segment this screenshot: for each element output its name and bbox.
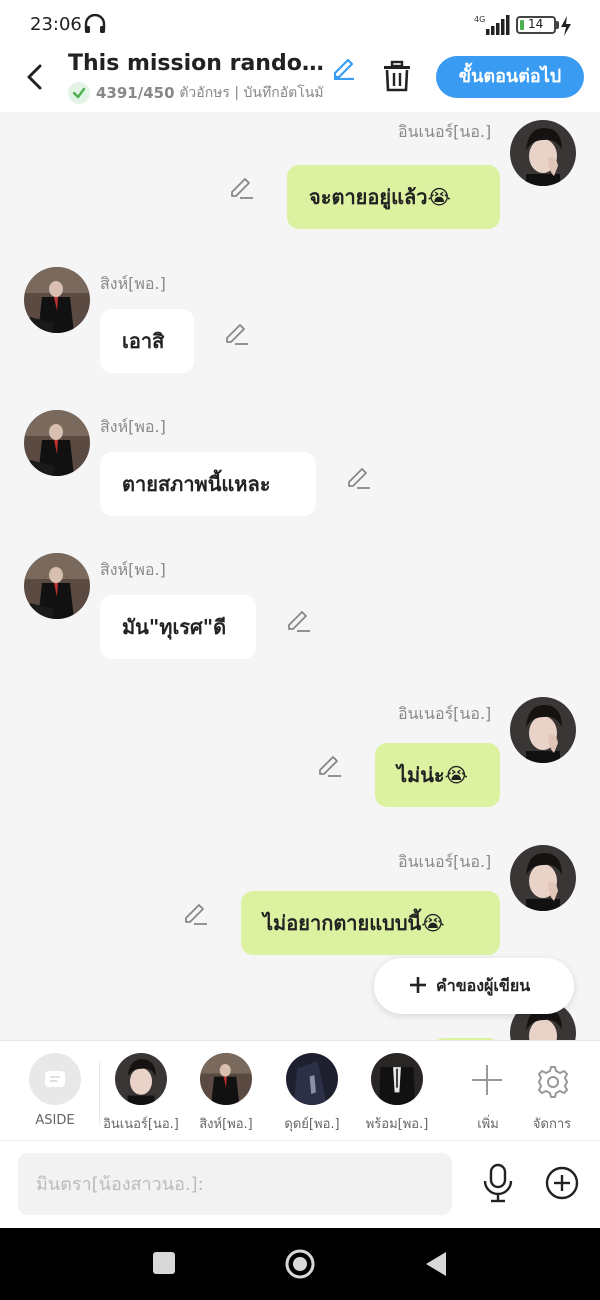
character-label: อินเนอร์[นอ.] [103, 1117, 179, 1132]
divider [99, 1061, 100, 1125]
avatar-dude [286, 1053, 338, 1105]
character-label: สิงห์[พอ.] [199, 1117, 253, 1132]
speaker-name: สิงห์[พอ.] [100, 417, 166, 436]
battery-fill [520, 20, 524, 30]
message-bubble[interactable]: มัน"ทุเรศ"ดี [100, 595, 256, 659]
avatar-inner[interactable] [510, 697, 576, 763]
character-bar: ASIDE อินเนอร์[นอ.] สิงห์[พอ.] ดุดย์[พอ.… [0, 1040, 600, 1140]
battery-nub [556, 21, 559, 29]
character-label: พร้อม[พอ.] [365, 1117, 429, 1132]
check-icon [68, 82, 90, 104]
battery-level: 14 [528, 17, 544, 31]
gear-icon [538, 1066, 568, 1098]
avatar-inner[interactable] [510, 120, 576, 186]
back-nav-button[interactable] [424, 1250, 448, 1278]
avatar-singh [200, 1053, 252, 1105]
message-input[interactable] [18, 1153, 452, 1215]
manage-label: จัดการ [532, 1117, 572, 1132]
character-label: ดุดย์[พอ.] [284, 1117, 340, 1132]
edit-message-icon[interactable] [228, 174, 254, 200]
speaker-name: อินเนอร์[นอ.] [398, 704, 492, 723]
signal-icon: 4G [474, 15, 510, 35]
header: This mission randomly 4391/450 ตัวอักษร … [0, 48, 600, 112]
edit-message-icon[interactable] [182, 900, 208, 926]
trash-icon[interactable] [382, 60, 412, 92]
avatar-inner[interactable] [510, 845, 576, 911]
status-bar: 23:06 4G 14 [0, 0, 600, 48]
story-meta: 4391/450 ตัวอักษร | บันทึกอัตโนมั [68, 82, 368, 104]
next-step-button[interactable]: ขั้นตอนต่อไป [436, 56, 584, 98]
word-count: 4391/450 [96, 84, 175, 102]
speaker-name: สิงห์[พอ.] [100, 274, 166, 293]
message-bubble[interactable]: ไม่อยากตายแบบนี้😭 [241, 891, 500, 955]
aside-button[interactable]: ASIDE [15, 1051, 95, 1139]
character-item[interactable]: ดุดย์[พอ.] [272, 1051, 352, 1139]
plus-icon [410, 977, 426, 993]
speaker-name: อินเนอร์[นอ.] [398, 122, 492, 141]
network-label: 4G [474, 15, 485, 24]
speaker-name: อินเนอร์[นอ.] [398, 852, 492, 871]
avatar-singh[interactable] [24, 410, 90, 476]
chat-area[interactable]: อินเนอร์[นอ.] จะตายอยู่แล้ว😭 สิงห์[พอ.] … [0, 112, 600, 1040]
avatar-singh[interactable] [24, 267, 90, 333]
message-bubble[interactable]: เอาสิ [100, 309, 194, 373]
character-item[interactable]: สิงห์[พอ.] [186, 1051, 266, 1139]
story-title[interactable]: This mission randomly [68, 51, 330, 76]
aside-label: ASIDE [35, 1113, 75, 1128]
author-note-button[interactable]: คำของผู้เขียน [374, 958, 574, 1014]
plus-icon [472, 1065, 502, 1095]
charging-icon [561, 16, 571, 36]
autosave-note: ตัวอักษร | บันทึกอัตโนมั [179, 85, 324, 101]
avatar-singh[interactable] [24, 553, 90, 619]
home-button[interactable] [284, 1248, 316, 1280]
recents-button[interactable] [153, 1252, 175, 1274]
composer [0, 1140, 600, 1228]
edit-message-icon[interactable] [316, 752, 342, 778]
avatar-inner [115, 1053, 167, 1105]
system-nav-bar [0, 1228, 600, 1300]
edit-message-icon[interactable] [223, 320, 249, 346]
speaker-name: สิงห์[พอ.] [100, 560, 166, 579]
message-bubble[interactable]: จะตายอยู่แล้ว😭 [287, 165, 500, 229]
edit-message-icon[interactable] [285, 607, 311, 633]
message-bubble[interactable]: ตายสภาพนี้แหละ [100, 452, 316, 516]
aside-circle [29, 1053, 81, 1105]
add-circle-icon[interactable] [544, 1165, 580, 1201]
character-item[interactable]: อินเนอร์[นอ.] [101, 1051, 181, 1139]
author-note-label: คำของผู้เขียน [436, 976, 531, 995]
headphones-icon [84, 14, 106, 33]
status-time: 23:06 [30, 14, 82, 35]
edit-title-icon[interactable] [330, 54, 356, 80]
avatar-prom [371, 1053, 423, 1105]
battery-icon: 14 [516, 16, 556, 34]
edit-message-icon[interactable] [345, 464, 371, 490]
note-icon [45, 1071, 65, 1087]
microphone-icon[interactable] [480, 1163, 516, 1203]
character-item[interactable]: พร้อม[พอ.] [357, 1051, 437, 1139]
message-bubble[interactable]: ไม่น่ะ😭 [375, 743, 500, 807]
back-icon[interactable] [22, 62, 46, 92]
manage-characters-button[interactable]: จัดการ [512, 1051, 592, 1139]
